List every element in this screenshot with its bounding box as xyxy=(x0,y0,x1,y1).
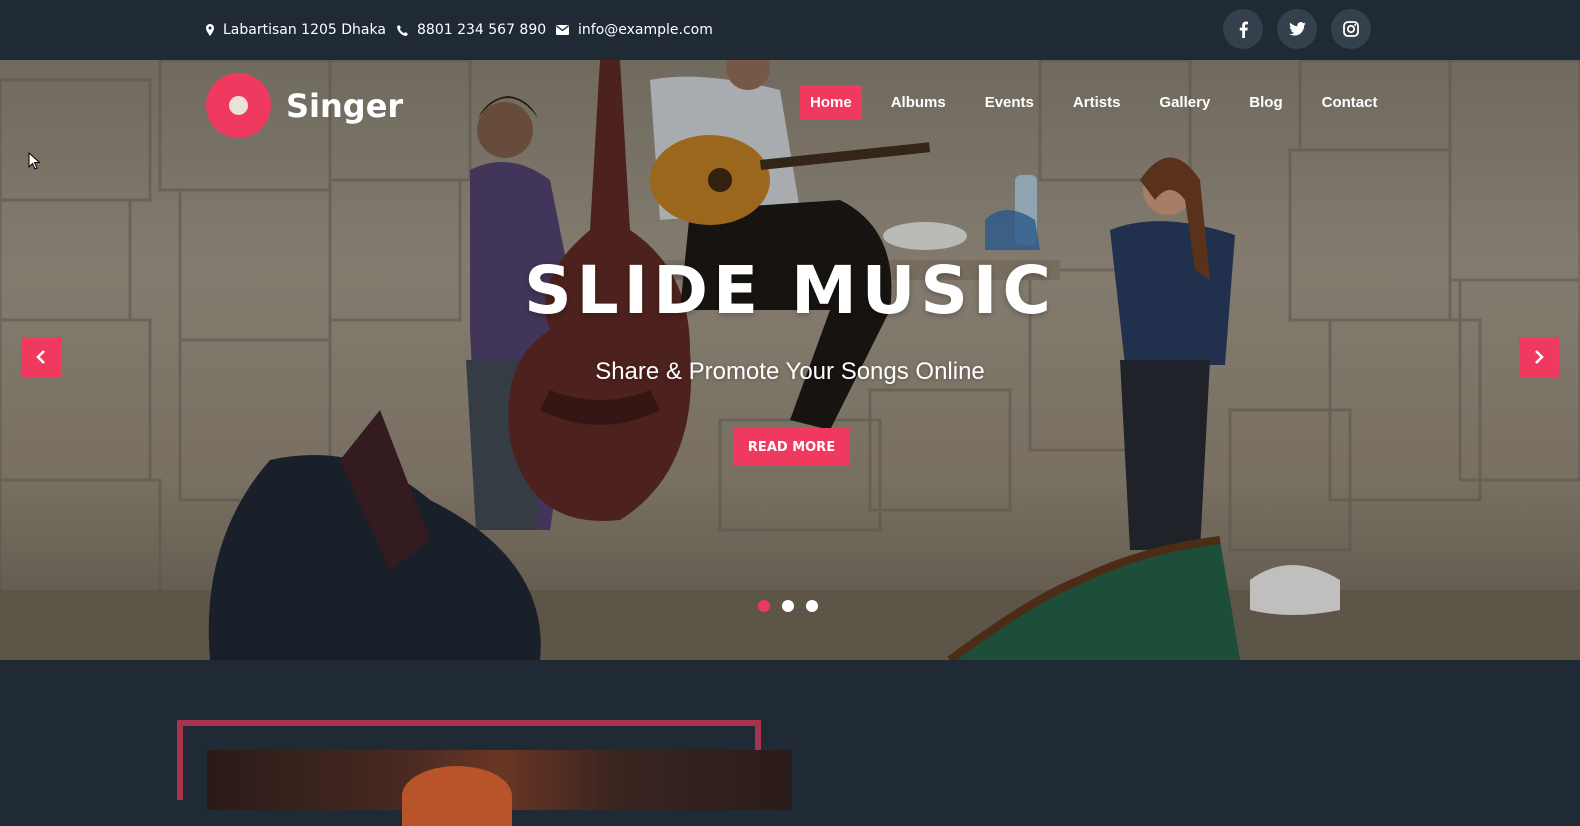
slider-dot-3[interactable] xyxy=(806,600,818,612)
mouse-cursor-icon xyxy=(28,152,40,170)
hero-slider: Singer Home Albums Events Artists Galler… xyxy=(0,60,1580,660)
nav-albums[interactable]: Albums xyxy=(881,85,956,119)
nav-gallery[interactable]: Gallery xyxy=(1149,85,1220,119)
nav-artists[interactable]: Artists xyxy=(1063,85,1131,119)
envelope-icon xyxy=(556,25,569,35)
phone-item: 8801 234 567 890 xyxy=(397,21,546,39)
chevron-right-icon xyxy=(1535,350,1544,364)
nav-blog[interactable]: Blog xyxy=(1239,85,1292,119)
nav-events[interactable]: Events xyxy=(975,85,1044,119)
phone-text: 8801 234 567 890 xyxy=(417,22,547,38)
nav-home[interactable]: Home xyxy=(800,85,862,119)
address-item: Labartisan 1205 Dhaka xyxy=(206,21,386,39)
location-pin-icon xyxy=(206,24,214,36)
email-text: info@example.com xyxy=(578,22,713,38)
slide-subtitle: Share & Promote Your Songs Online xyxy=(595,358,985,385)
instagram-button[interactable] xyxy=(1331,9,1371,49)
twitter-button[interactable] xyxy=(1277,9,1317,49)
slider-dot-1[interactable] xyxy=(758,600,770,612)
logo-text: Singer xyxy=(286,86,404,125)
nav-contact[interactable]: Contact xyxy=(1312,85,1388,119)
instagram-icon xyxy=(1343,21,1359,37)
top-bar: Labartisan 1205 Dhaka 8801 234 567 890 i… xyxy=(0,0,1580,60)
main-nav: Home Albums Events Artists Gallery Blog … xyxy=(800,85,1406,119)
logo-disc-icon xyxy=(206,73,271,138)
slider-next-button[interactable] xyxy=(1519,337,1559,377)
chevron-left-icon xyxy=(36,350,45,364)
slide-title: SLIDE MUSIC xyxy=(524,252,1056,329)
slider-dot-2[interactable] xyxy=(782,600,794,612)
email-item[interactable]: info@example.com xyxy=(556,21,713,39)
read-more-button[interactable]: READ MORE xyxy=(733,428,850,466)
slider-prev-button[interactable] xyxy=(21,337,61,377)
featured-photo xyxy=(207,750,792,826)
twitter-icon xyxy=(1288,22,1306,36)
facebook-button[interactable] xyxy=(1223,9,1263,49)
phone-icon xyxy=(397,24,408,36)
address-text: Labartisan 1205 Dhaka xyxy=(223,22,386,38)
site-logo[interactable]: Singer xyxy=(206,73,403,138)
facebook-icon xyxy=(1239,21,1248,38)
